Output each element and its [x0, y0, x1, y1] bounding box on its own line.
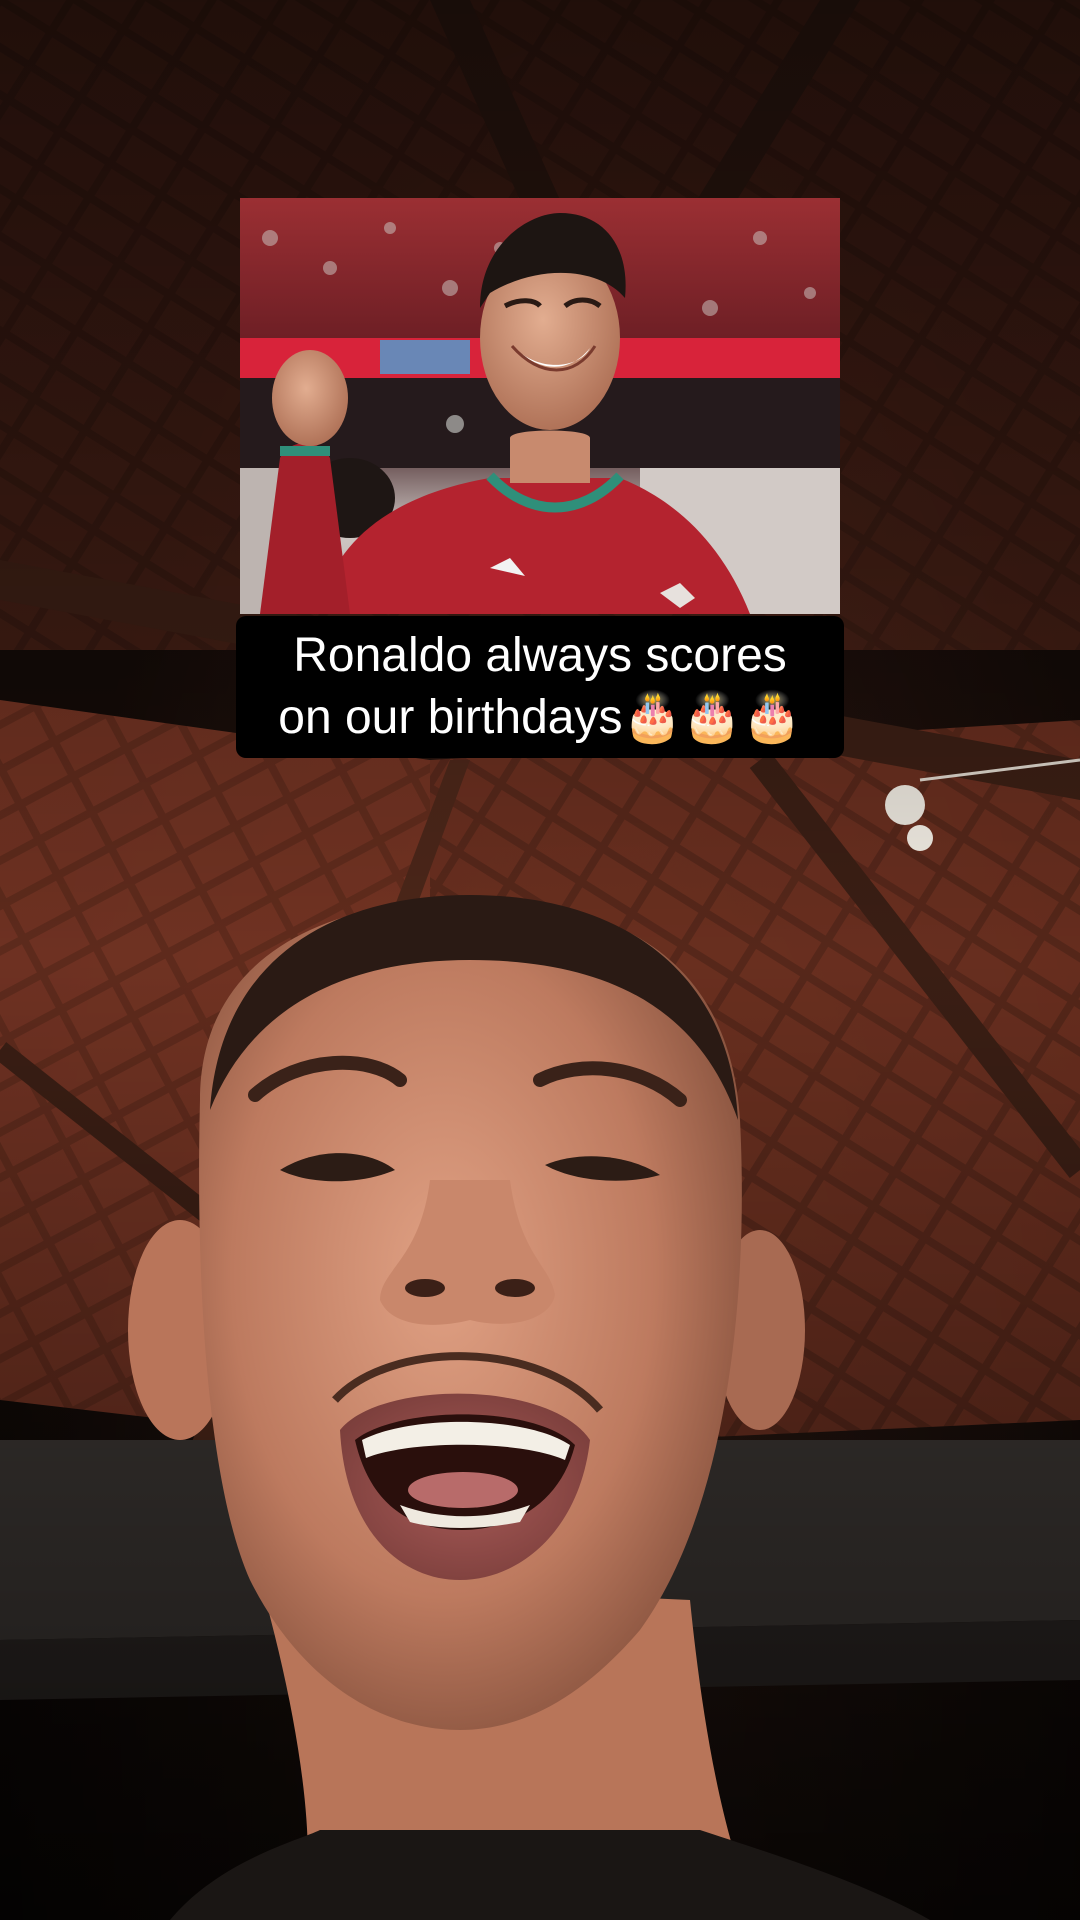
inset-photo [240, 198, 840, 614]
footballer-illustration [240, 198, 840, 614]
video-frame: Ronaldo always scores on our birthdays🎂🎂… [0, 0, 1080, 1920]
caption-text: Ronaldo always scores on our birthdays🎂🎂… [278, 629, 802, 744]
caption-box: Ronaldo always scores on our birthdays🎂🎂… [236, 616, 844, 758]
